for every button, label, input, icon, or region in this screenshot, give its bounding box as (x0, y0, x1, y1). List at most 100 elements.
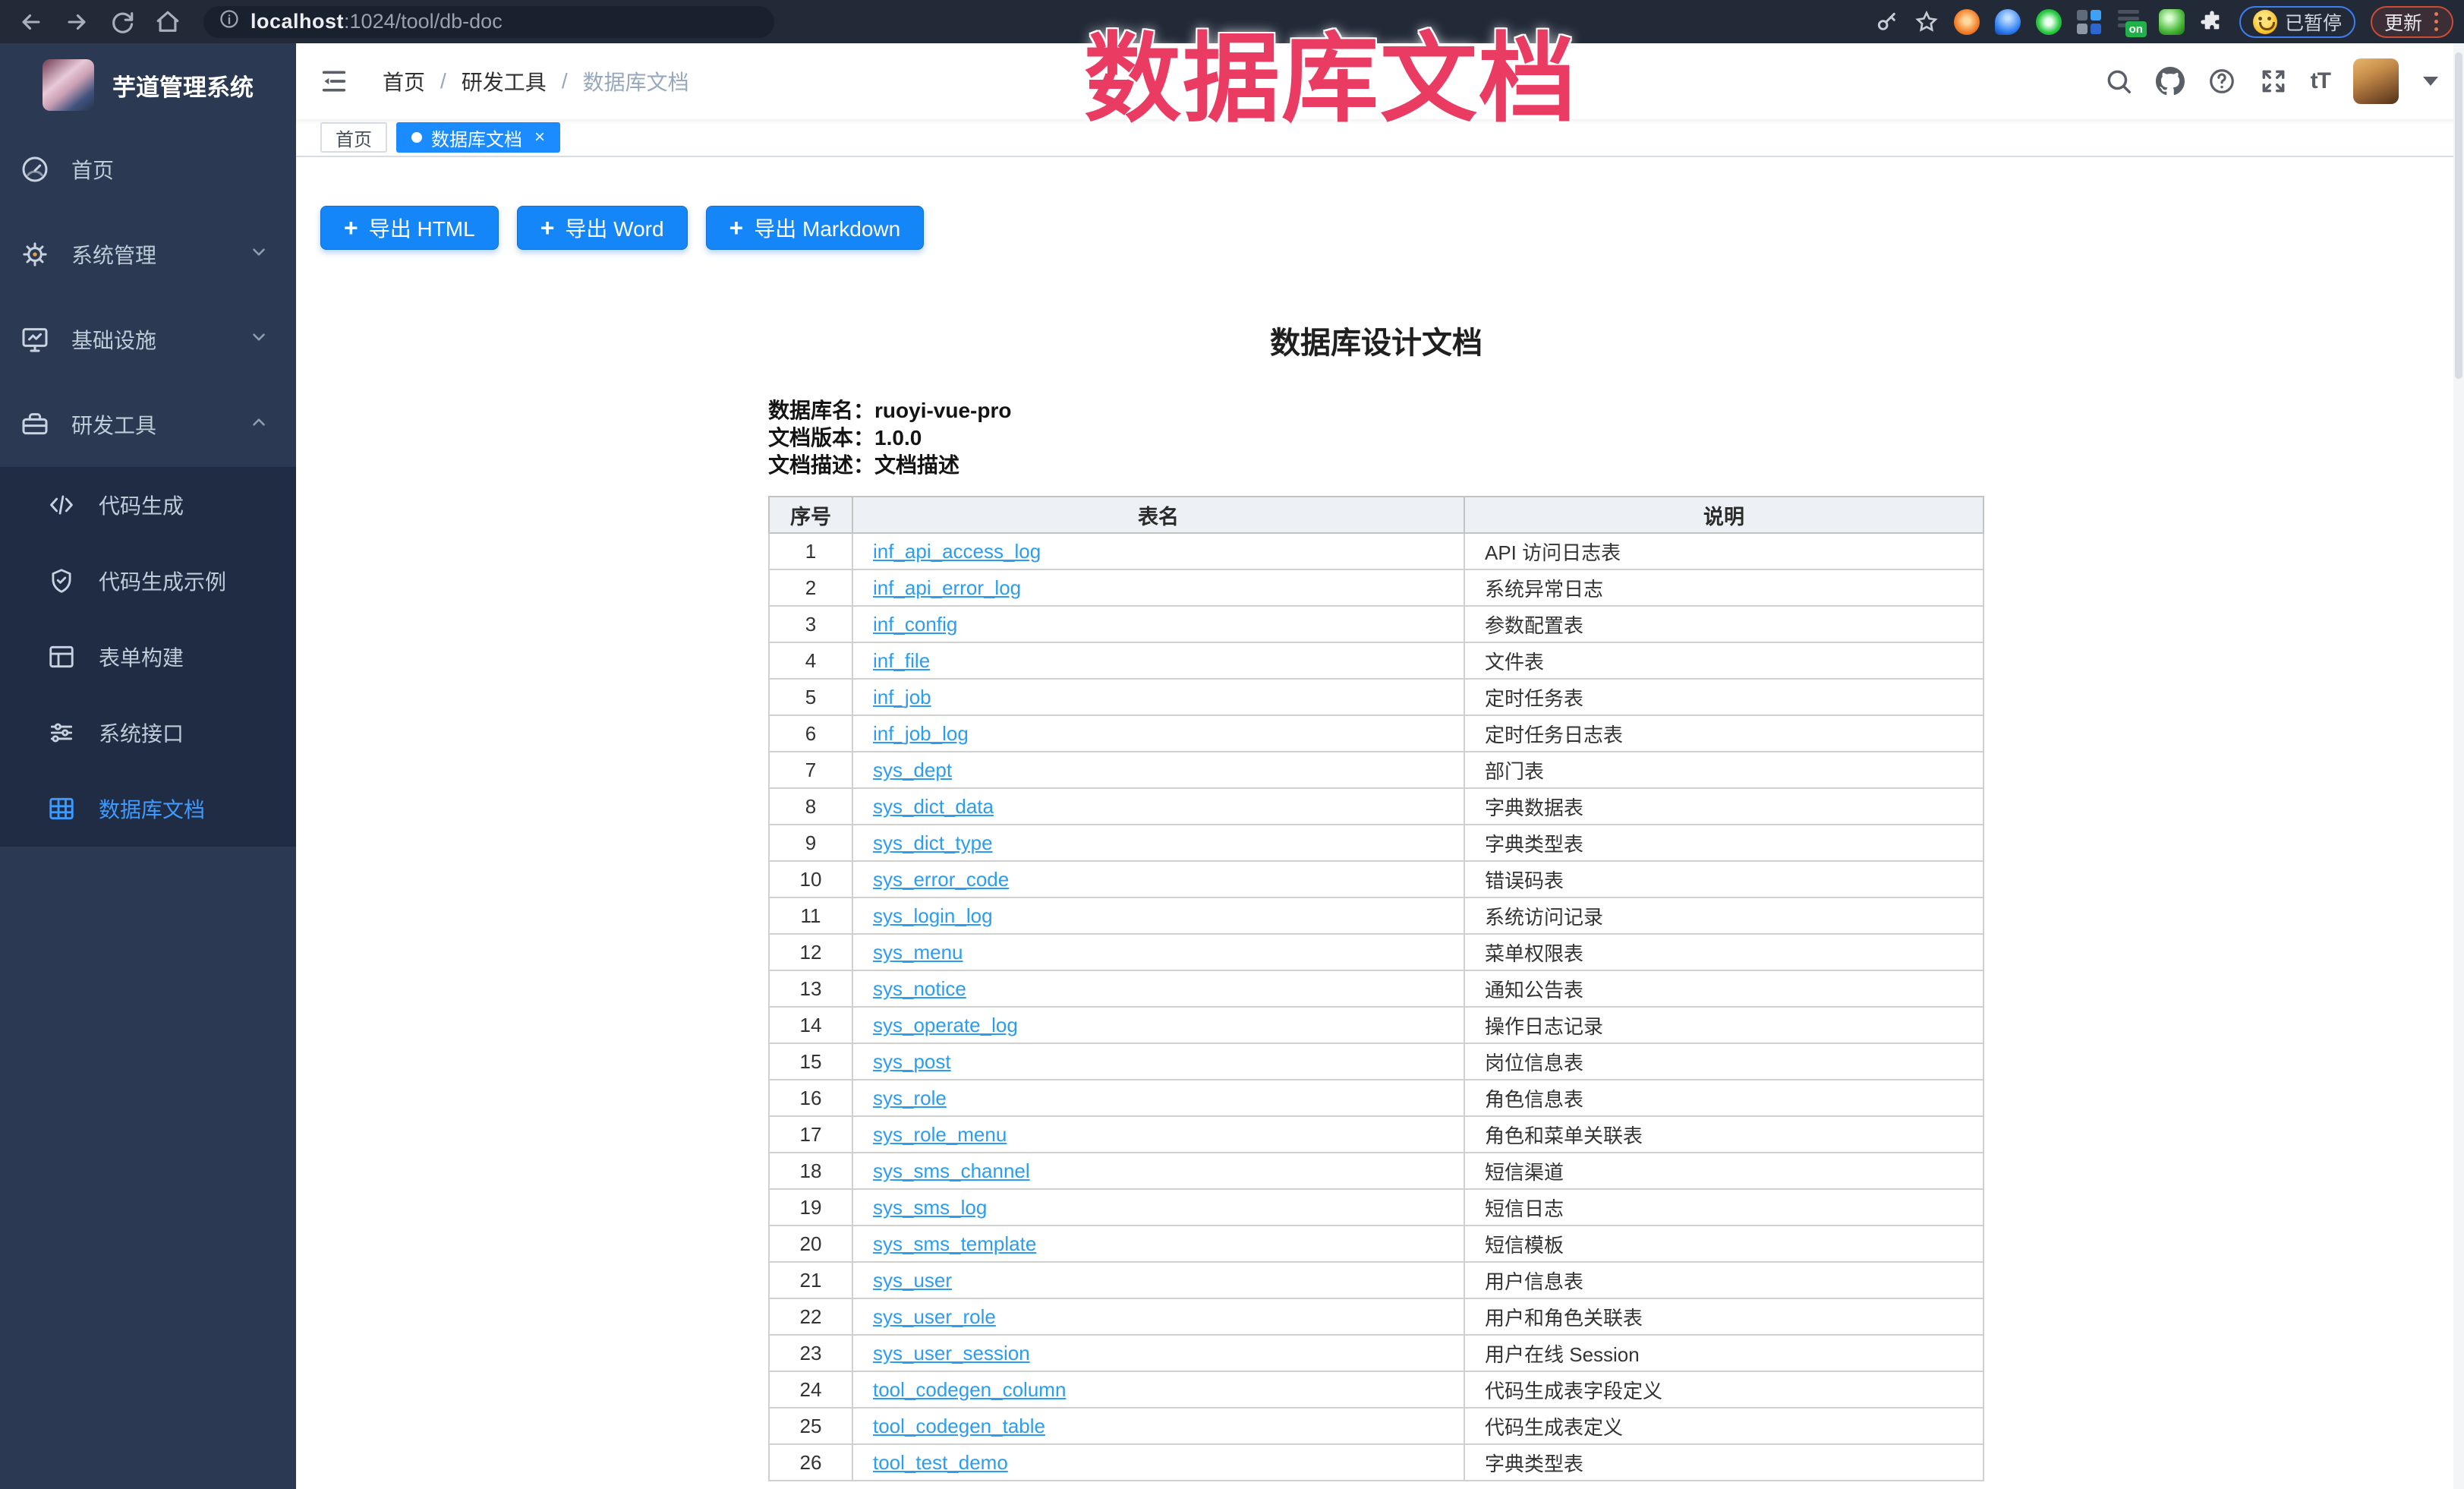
tab-db-doc[interactable]: 数据库文档 × (396, 122, 560, 153)
help-icon[interactable] (2207, 67, 2236, 96)
row-table-name: sys_user (852, 1262, 1464, 1298)
table-name-link[interactable]: sys_role_menu (873, 1123, 1007, 1146)
tab-home[interactable]: 首页 (320, 122, 387, 153)
table-name-link[interactable]: tool_codegen_column (873, 1378, 1066, 1401)
table-name-link[interactable]: sys_role (873, 1087, 947, 1109)
extension-icon[interactable] (1995, 9, 2021, 35)
user-menu-caret-icon[interactable] (2423, 77, 2438, 86)
table-name-link[interactable]: inf_job_log (873, 722, 969, 745)
table-name-link[interactable]: inf_job (873, 686, 931, 708)
fullscreen-icon[interactable] (2259, 67, 2288, 96)
extension-grid-icon[interactable] (2077, 10, 2101, 34)
table-name-link[interactable]: sys_user_role (873, 1305, 996, 1328)
paused-extension-badge[interactable]: 已暂停 (2239, 6, 2355, 38)
table-row: 9 sys_dict_type 字典类型表 (769, 825, 1983, 861)
collapse-sidebar-icon[interactable] (319, 66, 349, 96)
row-table-name: tool_test_demo (852, 1444, 1464, 1481)
row-index: 14 (769, 1007, 852, 1043)
sidebar-item-home[interactable]: 首页 (0, 127, 296, 212)
extension-switch-icon[interactable]: on (2116, 8, 2144, 36)
sidebar-item-system[interactable]: 系统管理 (0, 212, 296, 297)
key-icon[interactable] (1875, 10, 1899, 34)
sidebar-item-label: 表单构建 (99, 642, 184, 672)
table-name-link[interactable]: sys_menu (873, 941, 963, 964)
row-index: 18 (769, 1153, 852, 1189)
extension-icon[interactable] (2036, 9, 2062, 35)
row-table-name: inf_job_log (852, 715, 1464, 752)
navbar: 首页 / 研发工具 / 数据库文档 tT (296, 43, 2464, 119)
export-html-button[interactable]: + 导出 HTML (320, 206, 499, 250)
row-description: 操作日志记录 (1464, 1007, 1983, 1043)
table-name-link[interactable]: sys_sms_channel (873, 1159, 1030, 1182)
extension-icon[interactable] (1954, 9, 1980, 35)
row-index: 19 (769, 1189, 852, 1226)
logo-row[interactable]: 芋道管理系统 (0, 43, 296, 127)
kebab-menu-icon[interactable] (2433, 11, 2440, 33)
extension-icon[interactable] (2159, 9, 2185, 35)
table-name-link[interactable]: sys_notice (873, 977, 966, 1000)
table-name-link[interactable]: sys_post (873, 1050, 951, 1073)
github-icon[interactable] (2156, 67, 2185, 96)
sidebar-item-system-api[interactable]: 系统接口 (0, 695, 296, 771)
close-icon[interactable]: × (534, 128, 545, 147)
address-bar[interactable]: localhost:1024/tool/db-doc (203, 6, 774, 38)
sidebar-item-db-doc[interactable]: 数据库文档 (0, 771, 296, 847)
sidebar-item-form-builder[interactable]: 表单构建 (0, 619, 296, 695)
scrollbar-thumb[interactable] (2455, 52, 2462, 379)
table-row: 10 sys_error_code 错误码表 (769, 861, 1983, 898)
table-name-link[interactable]: sys_user_session (873, 1342, 1030, 1364)
button-label: 导出 Word (565, 213, 663, 243)
table-row: 7 sys_dept 部门表 (769, 752, 1983, 788)
row-index: 11 (769, 898, 852, 934)
window-scrollbar[interactable] (2453, 43, 2464, 1489)
monitor-icon (20, 324, 50, 355)
table-name-link[interactable]: sys_dept (873, 759, 952, 781)
sidebar-item-infrastructure[interactable]: 基础设施 (0, 297, 296, 382)
breadcrumb-home[interactable]: 首页 (383, 66, 425, 96)
row-index: 4 (769, 642, 852, 679)
table-name-link[interactable]: sys_dict_data (873, 795, 994, 818)
row-table-name: sys_role (852, 1080, 1464, 1116)
browser-update-menu[interactable]: 更新 (2371, 6, 2453, 38)
sidebar-item-codegen-example[interactable]: 代码生成示例 (0, 543, 296, 619)
table-name-link[interactable]: sys_dict_type (873, 831, 993, 854)
sidebar-item-devtools[interactable]: 研发工具 (0, 382, 296, 467)
table-name-link[interactable]: inf_config (873, 613, 957, 636)
forward-icon[interactable] (64, 9, 90, 35)
reload-icon[interactable] (109, 9, 135, 35)
row-index: 8 (769, 788, 852, 825)
home-icon[interactable] (155, 9, 181, 35)
extensions-puzzle-icon[interactable] (2200, 10, 2224, 34)
row-table-name: sys_user_role (852, 1298, 1464, 1335)
search-icon[interactable] (2104, 67, 2133, 96)
table-row: 20 sys_sms_template 短信模板 (769, 1226, 1983, 1262)
table-name-link[interactable]: sys_operate_log (873, 1014, 1018, 1036)
export-word-button[interactable]: + 导出 Word (517, 206, 688, 250)
breadcrumb-devtools[interactable]: 研发工具 (462, 66, 547, 96)
code-icon (47, 491, 76, 519)
font-size-icon[interactable]: tT (2311, 68, 2330, 94)
chevron-up-icon (249, 412, 269, 437)
back-icon[interactable] (18, 9, 44, 35)
table-name-link[interactable]: sys_user (873, 1269, 952, 1292)
table-name-link[interactable]: tool_codegen_table (873, 1415, 1045, 1437)
table-name-link[interactable]: sys_sms_template (873, 1232, 1036, 1255)
bookmark-star-icon[interactable] (1914, 10, 1939, 34)
table-name-link[interactable]: sys_sms_log (873, 1196, 987, 1219)
row-index: 26 (769, 1444, 852, 1481)
row-table-name: inf_api_error_log (852, 569, 1464, 606)
table-name-link[interactable]: tool_test_demo (873, 1451, 1008, 1474)
row-index: 13 (769, 970, 852, 1007)
table-name-link[interactable]: inf_api_error_log (873, 576, 1021, 599)
sidebar-item-label: 基础设施 (71, 324, 156, 355)
site-info-icon[interactable] (219, 8, 240, 35)
table-row: 4 inf_file 文件表 (769, 642, 1983, 679)
sidebar-item-codegen[interactable]: 代码生成 (0, 467, 296, 543)
sidebar-item-label: 首页 (71, 154, 114, 185)
user-avatar[interactable] (2353, 58, 2399, 104)
table-name-link[interactable]: inf_file (873, 649, 930, 672)
table-name-link[interactable]: inf_api_access_log (873, 540, 1041, 563)
row-table-name: tool_codegen_table (852, 1408, 1464, 1444)
table-name-link[interactable]: sys_error_code (873, 868, 1009, 891)
table-name-link[interactable]: sys_login_log (873, 904, 993, 927)
